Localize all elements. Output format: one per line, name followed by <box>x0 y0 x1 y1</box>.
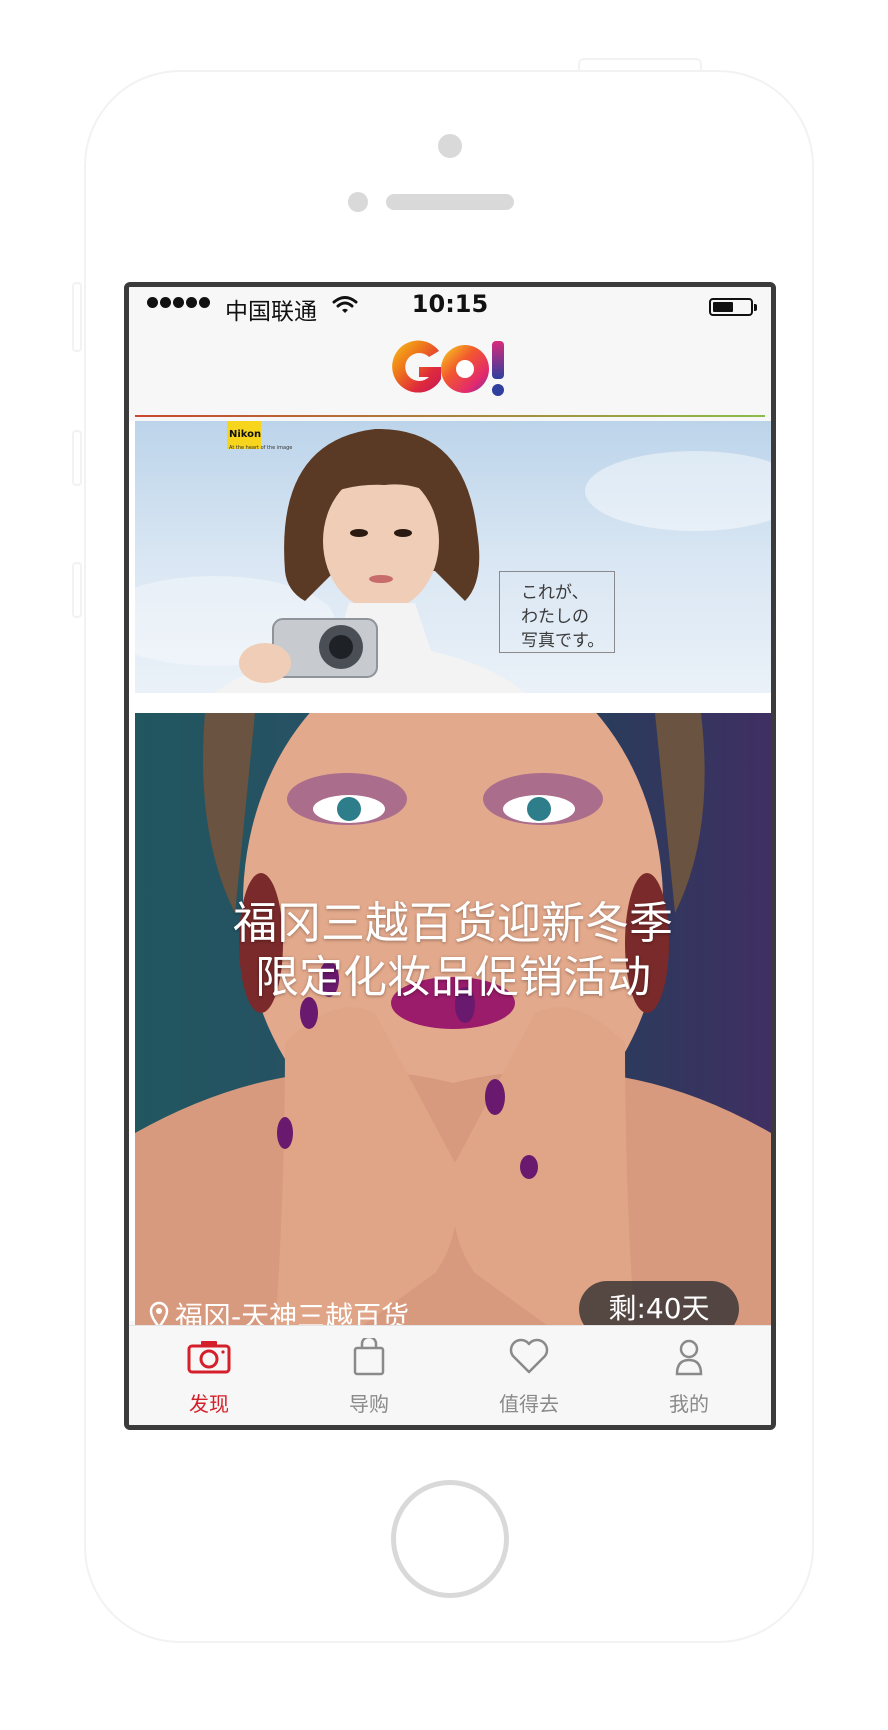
shopping-bag-icon <box>353 1338 385 1376</box>
proximity-sensor <box>348 192 368 212</box>
ad-caption: これが、 わたしの 写真です。 <box>521 581 604 653</box>
camera-ad-banner[interactable]: Nikon At the heart of the image これが、 わたし… <box>135 421 771 693</box>
caption-line-1: これが、 <box>521 583 589 603</box>
caption-line-3: 写真です。 <box>521 631 605 651</box>
tab-worth-visiting[interactable]: 值得去 <box>449 1326 609 1425</box>
caption-line-2: わたしの <box>521 607 589 627</box>
mute-switch <box>72 282 82 352</box>
home-button[interactable] <box>391 1480 509 1598</box>
promo-title-line-2: 限定化妆品促销活动 <box>255 952 651 1003</box>
tab-mine[interactable]: 我的 <box>609 1326 769 1425</box>
power-button <box>578 58 702 70</box>
promo-title-line-1: 福冈三越百货迎新冬季 <box>233 898 673 949</box>
camera-brand-tagline: At the heart of the image <box>229 445 293 451</box>
volume-down-button <box>72 562 82 618</box>
tab-mine-label: 我的 <box>669 1392 709 1416</box>
volume-up-button <box>72 430 82 486</box>
promo-image <box>135 713 771 1331</box>
camera-icon <box>187 1341 231 1374</box>
person-icon <box>675 1339 703 1376</box>
promo-title: 福冈三越百货迎新冬季 限定化妆品促销活动 <box>135 897 771 1005</box>
header-divider <box>135 415 765 417</box>
battery-icon <box>709 298 757 316</box>
carrier-name: 中国联通 <box>225 299 317 325</box>
tab-discover-label: 发现 <box>189 1392 229 1416</box>
tab-discover[interactable]: 发现 <box>129 1326 289 1425</box>
promo-card[interactable]: 福冈三越百货迎新冬季 限定化妆品促销活动 福冈-天神三越百货 剩:40天 <box>135 713 771 1331</box>
heart-icon <box>509 1338 549 1374</box>
front-camera <box>438 134 462 158</box>
tab-worth-visiting-label: 值得去 <box>499 1392 559 1416</box>
status-bar: 中国联通 10:15 <box>129 287 771 325</box>
tab-shopping-guide[interactable]: 导购 <box>289 1326 449 1425</box>
signal-strength-icon <box>147 297 210 308</box>
navigation-bar <box>129 323 771 419</box>
go-logo <box>392 340 504 396</box>
wifi-icon <box>332 296 358 313</box>
camera-ad-illustration <box>135 421 771 693</box>
tab-bar: 发现 导购 值得去 我的 <box>129 1325 771 1425</box>
remaining-days-badge: 剩:40天 <box>579 1281 739 1331</box>
feed: Nikon At the heart of the image これが、 わたし… <box>129 421 771 1331</box>
camera-brand-logo: Nikon <box>229 429 262 440</box>
tab-shopping-guide-label: 导购 <box>349 1392 389 1416</box>
screen: 中国联通 10:15 Nikon At the heart of the ima… <box>124 282 776 1430</box>
earpiece-speaker <box>386 194 514 210</box>
